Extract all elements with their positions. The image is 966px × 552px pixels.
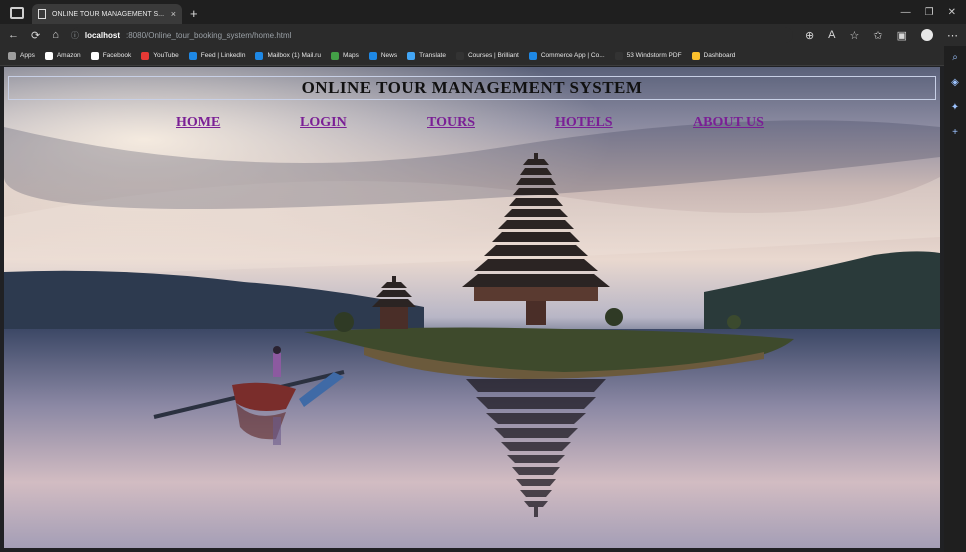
reload-icon[interactable]: ⟳ [31,29,40,42]
bookmark-favicon-icon [188,51,197,60]
bookmark-label: Apps [20,52,35,59]
tab-title: ONLINE TOUR MANAGEMENT S... [52,10,165,18]
bookmark-label: Courses | Brilliant [467,52,519,59]
bookmark-favicon-icon [407,51,416,60]
bookmark-favicon-icon [330,51,339,60]
nav-login-link[interactable]: LOGIN [300,115,347,131]
bookmark-favicon-icon [368,51,377,60]
bookmark-label: Facebook [102,52,132,59]
favorites-icon[interactable]: ✩ [873,29,882,42]
bookmarks-bar: Apps Amazon Facebook YouTube Feed | LinkedIn… [0,46,944,66]
shopping-icon[interactable]: ◈ [951,77,959,88]
bookmark-item[interactable]: Mailbox (1) Mail.ru [255,51,321,60]
info-icon[interactable]: ⓘ [71,30,79,41]
bookmark-favicon-icon [44,51,53,60]
browser-tab[interactable]: ONLINE TOUR MANAGEMENT S... × [32,4,182,24]
bookmark-favicon-icon [141,51,150,60]
bookmark-item[interactable]: YouTube [141,51,179,60]
add-icon[interactable]: + [952,127,958,138]
browser-tab-bar: ONLINE TOUR MANAGEMENT S... × + — ❐ ✕ [0,0,966,24]
home-icon[interactable]: ⌂ [52,29,59,41]
bookmark-label: Commerce App | Co... [540,52,605,59]
nav-about-link[interactable]: ABOUT US [693,115,764,131]
url-host: localhost [84,30,120,40]
back-icon[interactable]: ← [8,29,19,41]
maximize-icon[interactable]: ❐ [925,7,934,18]
collections-icon[interactable]: ▣ [897,29,907,42]
bookmark-favicon-icon [8,51,16,60]
address-bar: ← ⟳ ⌂ ⓘ localhost :8080/Online_tour_booki… [0,24,966,46]
minimize-icon[interactable]: — [901,7,911,18]
bookmark-favicon-icon [90,51,99,60]
bookmark-favicon-icon [455,51,464,60]
star-icon[interactable]: ☆ [850,29,860,42]
nav-tours-link[interactable]: TOURS [427,115,475,131]
page-viewport: ONLINE TOUR MANAGEMENT SYSTEM HOME LOGIN… [4,67,940,548]
bookmark-favicon-icon [691,51,700,60]
bookmark-item[interactable]: Courses | Brilliant [455,51,519,60]
nav-hotels-link[interactable]: HOTELS [555,115,613,131]
window-controls: — ❐ ✕ [901,7,966,24]
new-tab-button[interactable]: + [190,6,198,21]
bookmark-item[interactable]: Amazon [44,51,81,60]
bookmark-label: Dashboard [703,52,736,59]
hero-background-image [4,67,940,548]
zoom-icon[interactable]: ⊕ [805,29,814,42]
bookmark-item[interactable]: Commerce App | Co... [528,51,605,60]
bookmark-item[interactable]: Feed | LinkedIn [188,51,246,60]
nav-home-link[interactable]: HOME [176,115,220,131]
site-title: ONLINE TOUR MANAGEMENT SYSTEM [301,78,643,97]
url-field[interactable]: ⓘ localhost :8080/Online_tour_booking_sys… [70,27,793,43]
toolbar-right: ⊕ A ☆ ✩ ▣ ⋯ [805,29,958,42]
close-window-icon[interactable]: ✕ [948,7,956,18]
bookmark-favicon-icon [528,51,537,60]
bookmark-favicon-icon [614,51,623,60]
more-menu-icon[interactable]: ⋯ [947,29,958,42]
profile-avatar[interactable] [921,29,933,41]
browser-sidebar: ⌕ ◈ ✦ + [944,46,966,552]
url-path: :8080/Online_tour_booking_system/home.ht… [126,30,292,40]
bookmark-label: Maps [342,52,359,59]
page-icon [38,9,46,19]
bookmark-item[interactable]: Maps [330,51,359,60]
bookmark-item[interactable]: 53 Windstorm PDF [614,51,682,60]
bookmark-label: Mailbox (1) Mail.ru [267,52,321,59]
bookmark-label: Amazon [56,52,81,59]
bookmark-label: YouTube [153,52,179,59]
bookmark-item[interactable]: Apps [8,51,35,60]
bookmark-item[interactable]: News [368,51,398,60]
bookmark-label: News [380,52,398,59]
read-aloud-icon[interactable]: A [828,29,835,41]
tools-icon[interactable]: ✦ [951,102,959,113]
bookmark-item[interactable]: Dashboard [691,51,736,60]
search-icon[interactable]: ⌕ [952,52,958,63]
bookmark-label: Translate [419,52,446,59]
bookmark-item[interactable]: Facebook [90,51,132,60]
bookmark-item[interactable]: Translate [407,51,446,60]
window-menu-icon[interactable] [10,7,24,19]
tab-close-icon[interactable]: × [171,9,176,19]
bookmark-label: 53 Windstorm PDF [626,52,682,59]
bookmark-label: Feed | LinkedIn [200,52,246,59]
site-header: ONLINE TOUR MANAGEMENT SYSTEM [8,76,936,100]
bookmark-favicon-icon [255,51,264,60]
